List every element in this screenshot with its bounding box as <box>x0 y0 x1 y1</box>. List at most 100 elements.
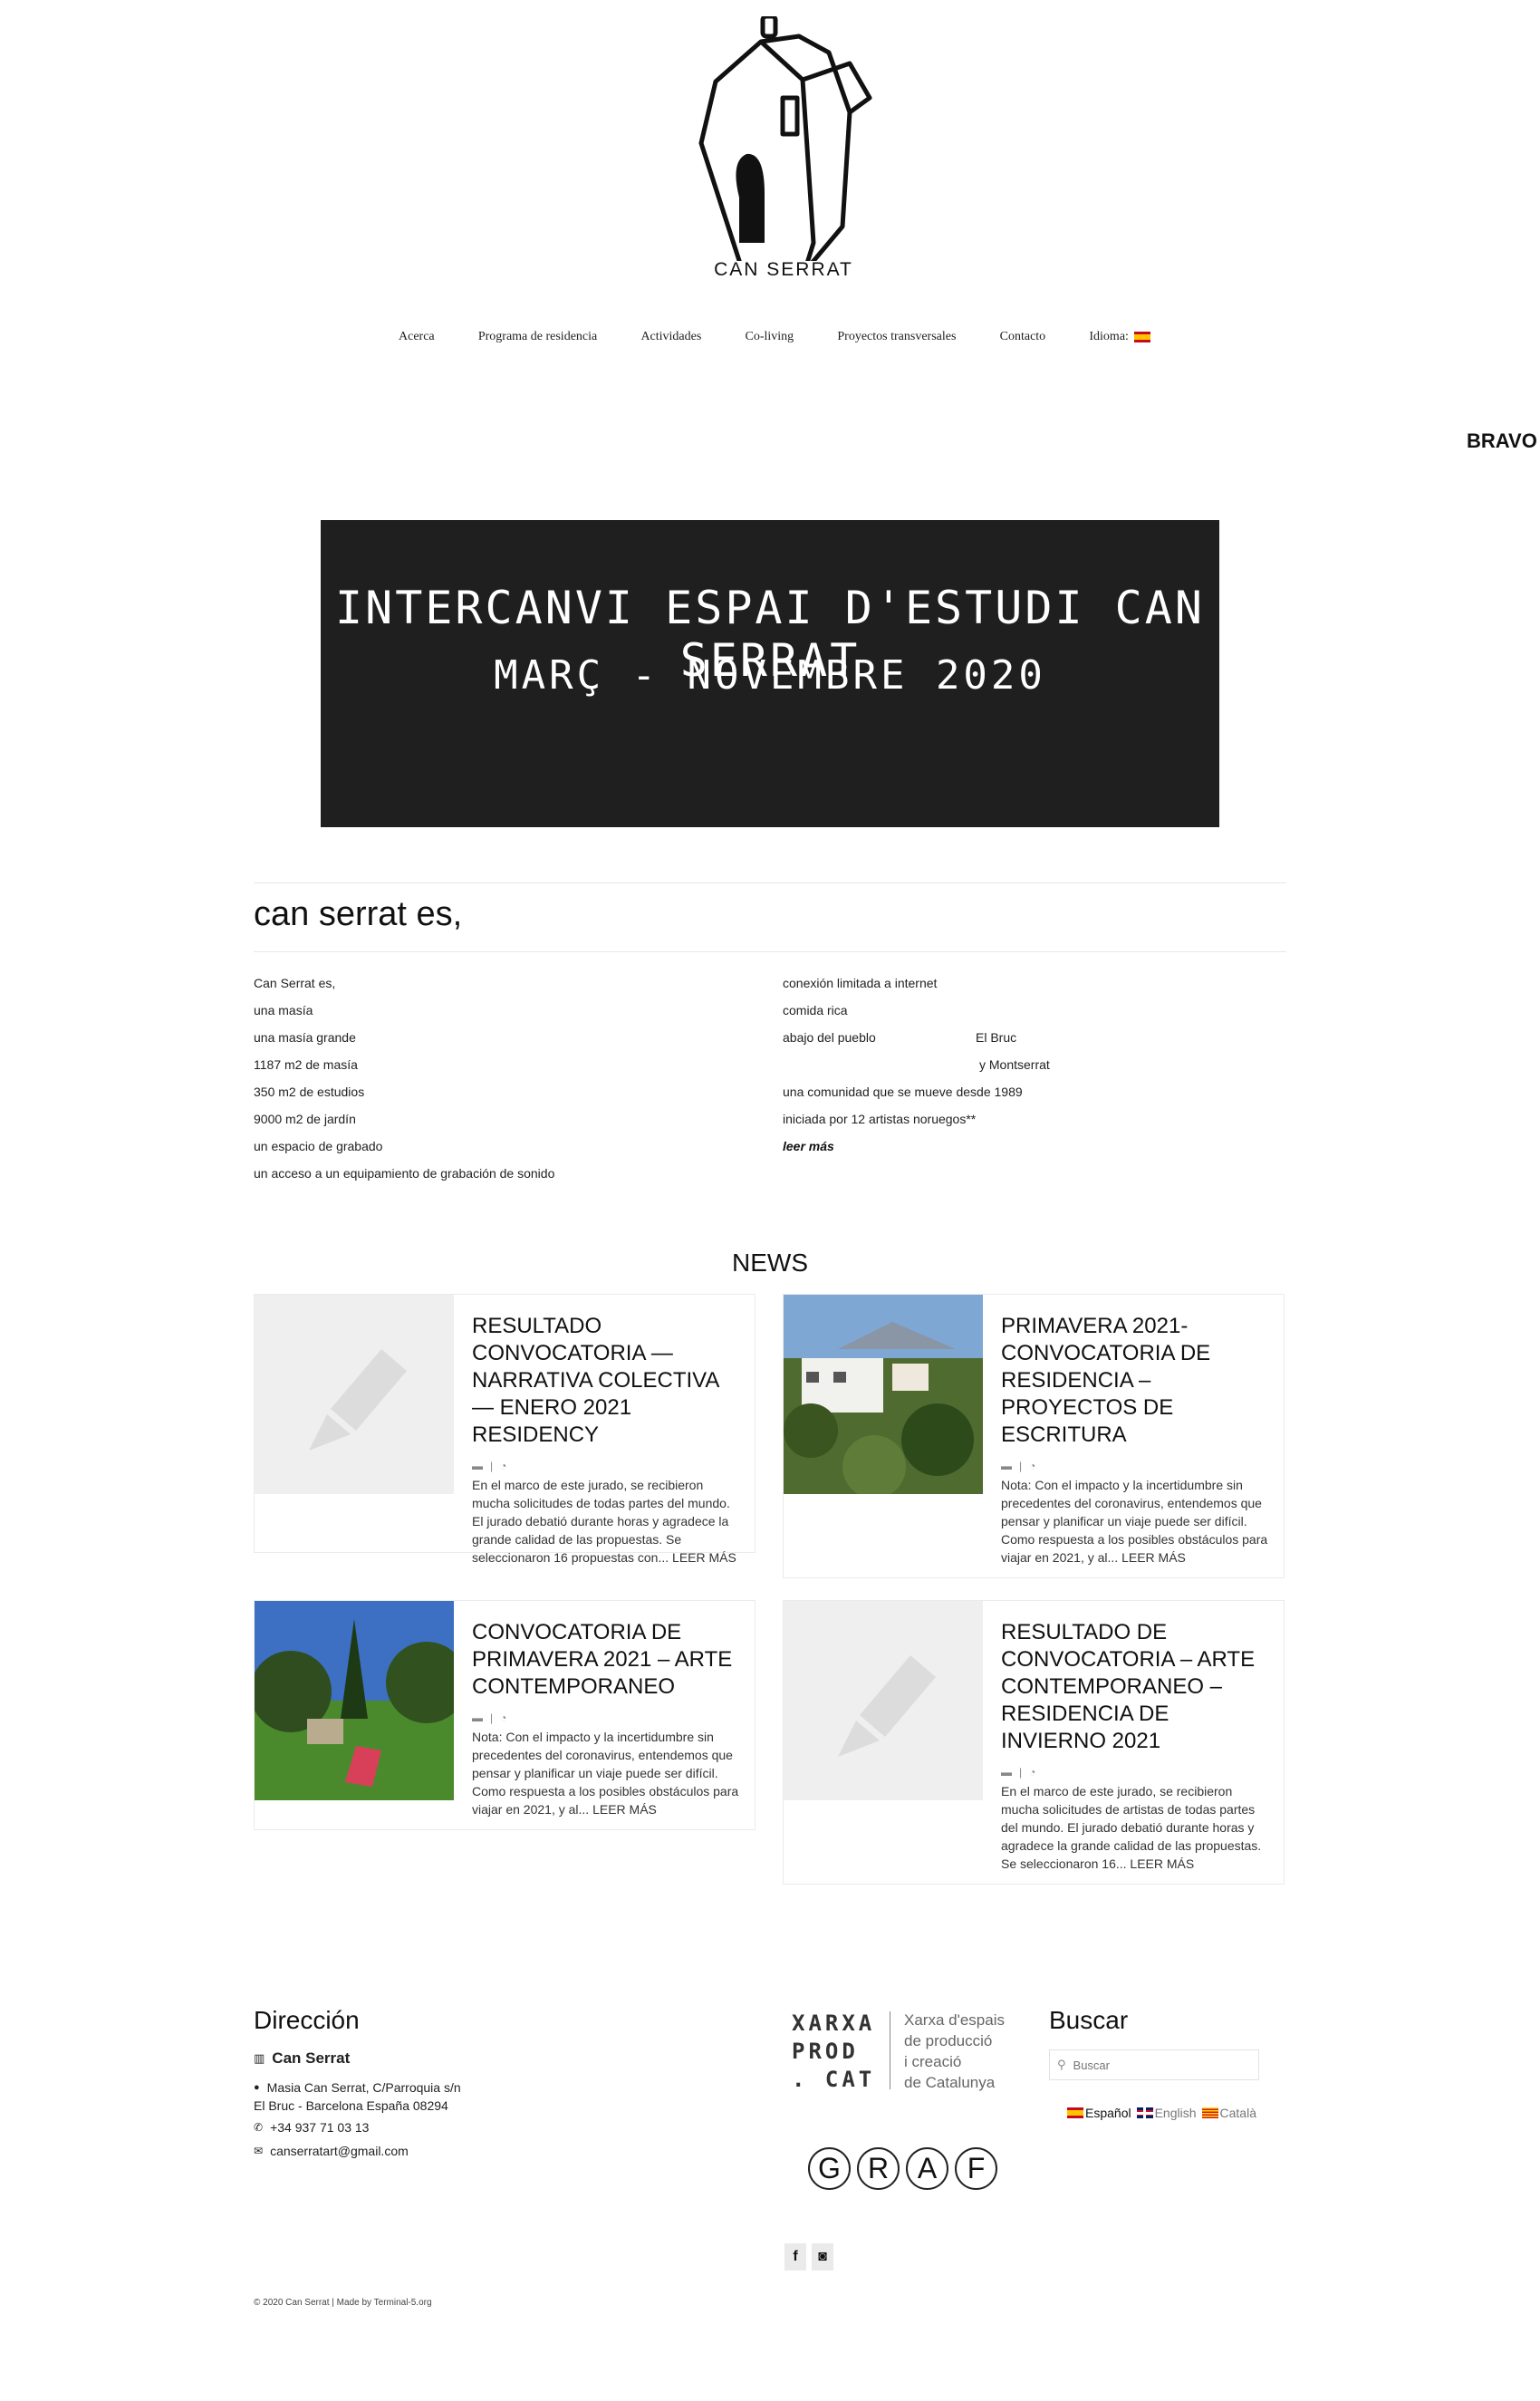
address-line-2: El Bruc - Barcelona España 08294 <box>254 2098 448 2113</box>
lang-espanol[interactable]: Español <box>1067 2106 1131 2120</box>
intro-line: leer más <box>783 1133 1290 1160</box>
leer-mas-link[interactable]: leer más <box>783 1139 834 1153</box>
xarxa-logo-text: Xarxa d'espais de producció i creació de… <box>904 2010 1005 2093</box>
intro-line-text: abajo del pueblo <box>783 1030 876 1045</box>
graf-letter: A <box>906 2147 948 2190</box>
search-box: ⚲ <box>1049 2049 1259 2080</box>
news-thumbnail-photo[interactable] <box>255 1601 454 1800</box>
xarxa-logo-mark: XARXA PROD . CAT <box>792 2010 875 2094</box>
spain-flag-icon <box>1133 332 1150 342</box>
news-heading: NEWS <box>732 1249 808 1277</box>
ticker-text: BRAVO <box>1467 429 1537 452</box>
lang-english[interactable]: English <box>1136 2106 1197 2120</box>
intro-line: y Montserrat <box>783 1051 1290 1078</box>
folder-icon[interactable]: ▬ <box>1001 1460 1012 1472</box>
search-input[interactable] <box>1073 2058 1246 2072</box>
nav-item-acerca[interactable]: Acerca <box>399 330 435 344</box>
leer-mas-link[interactable]: LEER MÁS <box>672 1550 736 1565</box>
intro-line: 9000 m2 de jardín <box>254 1112 356 1126</box>
building-icon: ▥ <box>254 2051 265 2065</box>
can-serrat-logo-icon <box>698 16 872 261</box>
news-thumbnail-photo[interactable] <box>784 1295 983 1494</box>
contact-name: ▥ Can Serrat <box>254 2049 350 2068</box>
graf-logo[interactable]: G R A F <box>808 2147 997 2190</box>
logo-line: Xarxa d'espais <box>904 2011 1005 2029</box>
direccion-title: Dirección <box>254 2006 360 2034</box>
graf-letter: F <box>955 2147 997 2190</box>
logo-line: de producció <box>904 2032 993 2049</box>
leer-mas-link[interactable]: LEER MÁS <box>1121 1550 1186 1565</box>
lang-catala[interactable]: Català <box>1201 2106 1256 2120</box>
intro-line: abajo del pueblo El Bruc <box>783 1024 1290 1051</box>
contact-name-text: Can Serrat <box>272 2049 351 2067</box>
post-meta: ▬ | ◔ <box>472 1712 507 1724</box>
intro-line: un acceso a un equipamiento de grabación… <box>254 1166 555 1181</box>
phone-icon: ✆ <box>254 2121 264 2134</box>
address-text: Masia Can Serrat, C/Parroquia s/n <box>266 2080 461 2095</box>
facebook-icon[interactable]: f <box>784 2243 806 2271</box>
nav-item-programa-residencia[interactable]: Programa de residencia <box>478 330 597 344</box>
post-meta: ▬ | ◔ <box>1001 1460 1036 1472</box>
logo-line: . CAT <box>792 2067 876 2092</box>
comment-icon[interactable]: ◔ <box>500 1460 506 1472</box>
logo-line: i creació <box>904 2053 962 2070</box>
nav-item-idioma[interactable]: Idioma: <box>1089 330 1150 344</box>
landscape-photo-icon <box>784 1295 983 1494</box>
divider <box>254 882 1286 883</box>
placeholder-thumbnail[interactable] <box>784 1601 983 1800</box>
post-meta: ▬ | ◔ <box>472 1460 507 1472</box>
envelope-icon: ✉ <box>254 2145 264 2157</box>
intro-line: comida rica <box>783 1003 848 1017</box>
lang-label: Español <box>1085 2106 1131 2120</box>
news-title-link[interactable]: PRIMAVERA 2021- CONVOCATORIA DE RESIDENC… <box>1001 1313 1273 1449</box>
comment-icon[interactable]: ◔ <box>1029 1460 1035 1472</box>
idioma-label: Idioma: <box>1089 330 1129 343</box>
copyright: © 2020 Can Serrat | Made by Terminal-5.o… <box>254 2298 432 2308</box>
news-card: RESULTADO CONVOCATORIA — NARRATIVA COLEC… <box>254 1294 756 1565</box>
divider <box>254 951 1286 952</box>
folder-icon[interactable]: ▬ <box>1001 1766 1012 1779</box>
leer-mas-link[interactable]: LEER MÁS <box>592 1802 657 1817</box>
logo-line: XARXA <box>792 2010 876 2036</box>
banner-line-2: MARÇ - NOVEMBRE 2020 <box>494 652 1046 699</box>
folder-icon[interactable]: ▬ <box>472 1712 483 1724</box>
email-text[interactable]: canserratart@gmail.com <box>270 2144 409 2158</box>
news-title-link[interactable]: RESULTADO CONVOCATORIA — NARRATIVA COLEC… <box>472 1313 744 1449</box>
lang-label: Català <box>1219 2106 1256 2120</box>
post-meta: ▬ | ◔ <box>1001 1766 1036 1779</box>
folder-icon[interactable]: ▬ <box>472 1460 483 1472</box>
intro-line: una comunidad que se mueve desde 1989 <box>783 1085 1023 1099</box>
comment-icon[interactable]: ◔ <box>500 1712 506 1724</box>
email-line: ✉ canserratart@gmail.com <box>254 2144 409 2158</box>
intro-line: iniciada por 12 artistas noruegos** <box>783 1112 977 1126</box>
uk-flag-icon <box>1136 2107 1153 2118</box>
xarxaprod-logo[interactable]: XARXA PROD . CAT Xarxa d'espais de produ… <box>790 2010 1025 2094</box>
social-links: f ◙ <box>784 2243 833 2271</box>
graf-letter: G <box>808 2147 851 2190</box>
nav-item-co-living[interactable]: Co-living <box>746 330 794 344</box>
comment-icon[interactable]: ◔ <box>1029 1766 1035 1779</box>
phone-line: ✆ +34 937 71 03 13 <box>254 2120 369 2135</box>
intro-line-text: El Bruc <box>976 1030 1017 1045</box>
news-title-link[interactable]: CONVOCATORIA DE PRIMAVERA 2021 – ARTE CO… <box>472 1619 744 1701</box>
address-line: ● Masia Can Serrat, C/Parroquia s/n <box>254 2080 461 2095</box>
news-excerpt: En el marco de este jurado, se recibiero… <box>1001 1782 1273 1873</box>
intro-line: 350 m2 de estudios <box>254 1085 365 1099</box>
nav-item-contacto[interactable]: Contacto <box>1000 330 1046 344</box>
search-icon: ⚲ <box>1057 2058 1066 2071</box>
spain-flag-icon <box>1067 2107 1083 2118</box>
site-logo[interactable]: CAN SERRAT <box>679 16 888 288</box>
intro-line: un espacio de grabado <box>254 1139 383 1153</box>
pencil-placeholder-icon <box>309 1349 407 1451</box>
nav-item-actividades[interactable]: Actividades <box>640 330 701 344</box>
logo-text: CAN SERRAT <box>714 259 853 280</box>
instagram-icon[interactable]: ◙ <box>812 2243 833 2271</box>
news-title-link[interactable]: RESULTADO DE CONVOCATORIA – ARTE CONTEMP… <box>1001 1619 1273 1755</box>
news-card: PRIMAVERA 2021- CONVOCATORIA DE RESIDENC… <box>783 1294 1285 1578</box>
intro-line: una masía grande <box>254 1030 356 1045</box>
placeholder-thumbnail[interactable] <box>255 1295 454 1494</box>
garden-photo-icon <box>255 1601 454 1800</box>
leer-mas-link[interactable]: LEER MÁS <box>1130 1856 1194 1871</box>
phone-text[interactable]: +34 937 71 03 13 <box>270 2120 369 2135</box>
nav-item-proyectos-transversales[interactable]: Proyectos transversales <box>837 330 956 344</box>
